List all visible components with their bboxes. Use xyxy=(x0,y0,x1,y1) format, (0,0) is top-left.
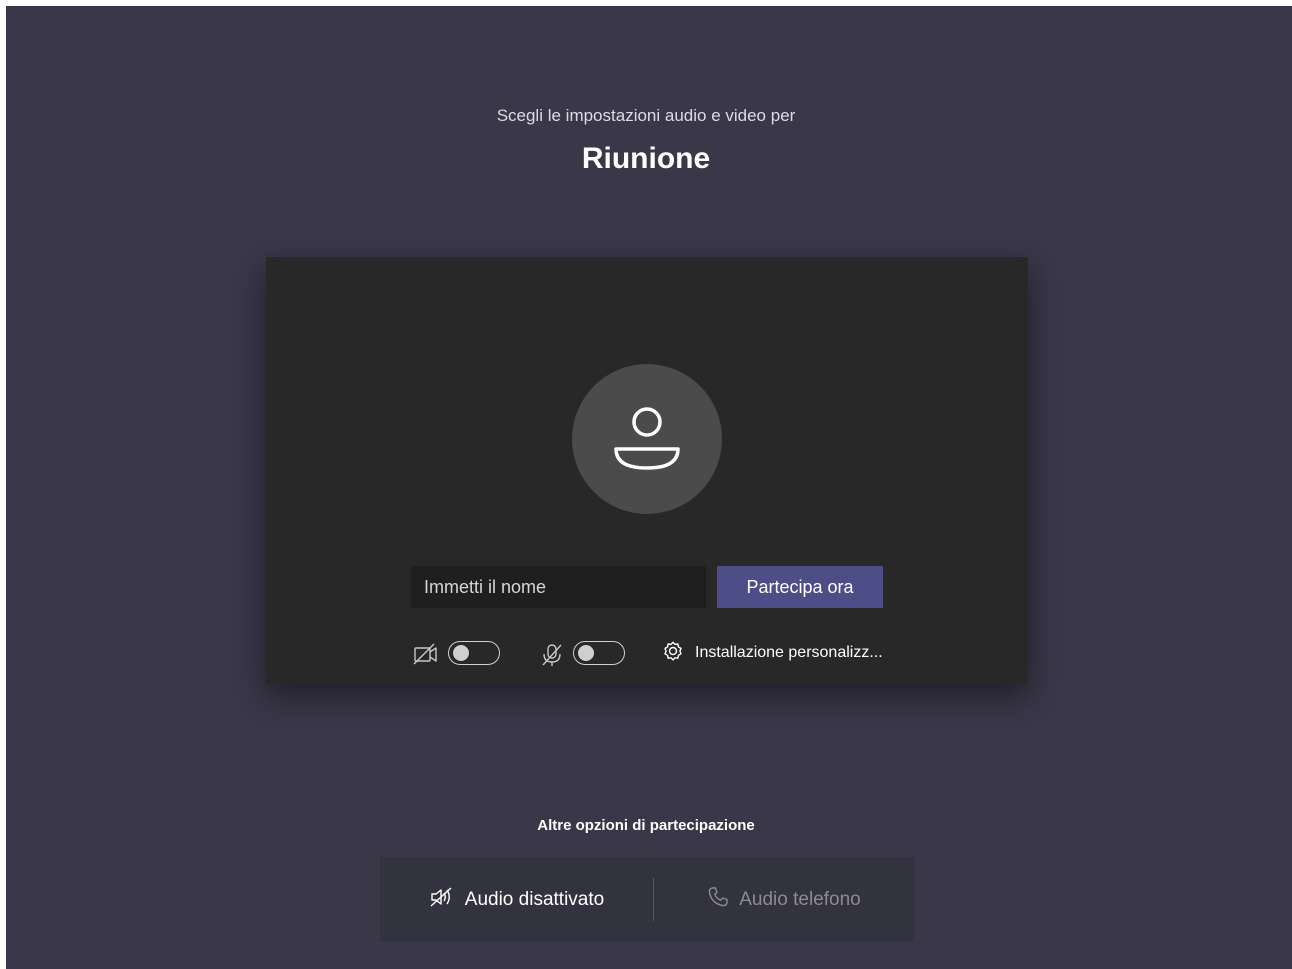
camera-off-icon xyxy=(413,643,439,670)
custom-setup-label: Installazione personalizz... xyxy=(695,644,883,661)
join-now-button[interactable]: Partecipa ora xyxy=(717,566,883,608)
camera-toggle[interactable] xyxy=(448,641,500,665)
speaker-off-icon xyxy=(429,886,455,914)
page-subtitle: Scegli le impostazioni audio e video per xyxy=(496,106,796,125)
audio-off-option[interactable]: Audio disattivato xyxy=(380,857,653,942)
mic-toggle[interactable] xyxy=(573,641,625,665)
phone-audio-label: Audio telefono xyxy=(739,888,861,910)
avatar xyxy=(572,364,722,514)
audio-off-label: Audio disattivato xyxy=(464,888,605,910)
other-join-options: Audio disattivato Audio telefono xyxy=(380,857,914,942)
gear-icon xyxy=(661,639,685,668)
prejoin-screen: Scegli le impostazioni audio e video per… xyxy=(6,6,1292,969)
meeting-title: Riunione xyxy=(581,142,711,175)
mic-toggle-knob xyxy=(578,645,594,661)
video-preview-card: Partecipa ora xyxy=(266,257,1028,684)
person-icon xyxy=(614,407,680,470)
camera-toggle-knob xyxy=(453,645,469,661)
custom-setup-link[interactable]: Installazione personalizz... xyxy=(661,641,883,665)
mic-off-icon xyxy=(541,643,563,672)
name-input[interactable] xyxy=(411,566,706,608)
phone-icon xyxy=(707,886,729,914)
phone-audio-option[interactable]: Audio telefono xyxy=(654,857,914,942)
other-options-heading: Altre opzioni di partecipazione xyxy=(537,817,755,834)
